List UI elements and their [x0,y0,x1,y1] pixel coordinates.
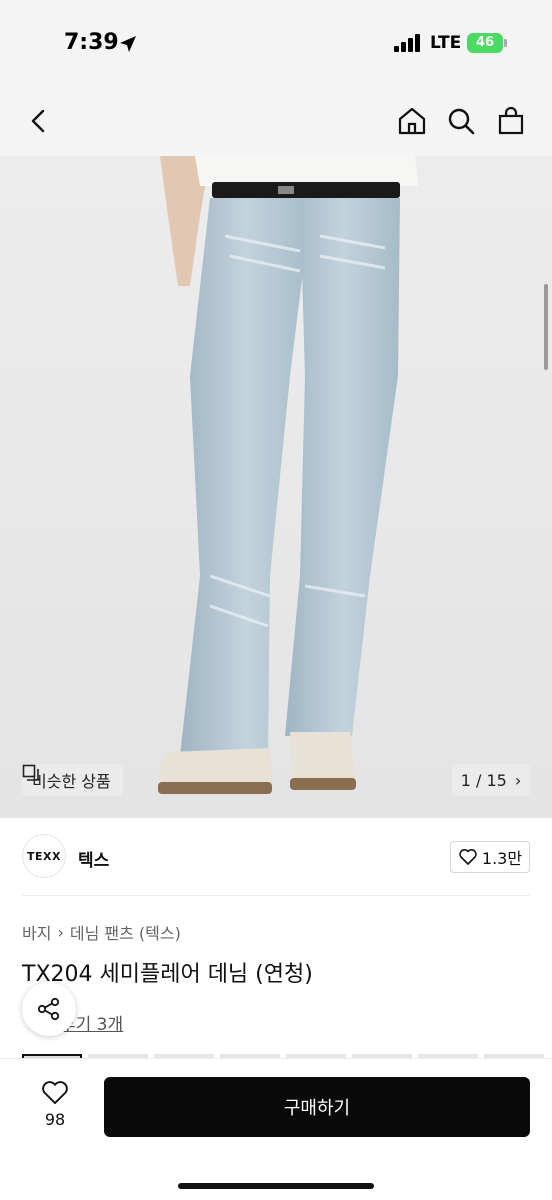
similar-products-button[interactable]: 비슷한 상품 [22,764,123,796]
brand-logo[interactable]: TEXX [22,834,66,878]
wishlist-button[interactable]: 98 [30,1079,80,1129]
search-button[interactable] [444,104,478,138]
copy-icon [22,764,39,781]
brand-name[interactable]: 텍스 [78,846,109,871]
wishlist-count: 98 [44,1110,66,1129]
buy-button[interactable]: 구매하기 [104,1077,530,1137]
product-image[interactable]: 비슷한 상품 1 / 15 › [0,156,552,818]
shopping-bag-icon [498,106,524,135]
heart-icon [459,849,477,865]
back-button[interactable] [22,104,56,138]
scroll-indicator[interactable] [544,284,548,370]
home-indicator [178,1183,374,1189]
home-button[interactable] [395,104,429,138]
breadcrumb: 바지 › 데님 팬츠 (텍스) [22,920,181,944]
brand-row: TEXX 텍스 1.3만 [22,834,530,880]
signal-icon [394,34,420,52]
share-button[interactable] [22,982,76,1036]
heart-icon [42,1081,68,1105]
jeans-illustration [158,156,418,794]
battery-icon: 46 [467,33,507,53]
status-bar: 7:39 LTE 46 [0,0,552,90]
battery-level: 46 [467,33,503,53]
cart-button[interactable] [494,104,528,138]
divider [22,895,530,896]
brand-like-count: 1.3만 [481,849,523,868]
breadcrumb-category[interactable]: 바지 [22,920,51,944]
bottom-purchase-bar: 98 구매하기 [0,1058,552,1200]
image-counter: 1 / 15 [460,770,507,790]
chevron-right-icon: › [57,922,64,942]
share-icon [37,997,60,1021]
similar-products-label: 비슷한 상품 [32,772,111,791]
image-counter-button[interactable]: 1 / 15 › [452,764,530,796]
network-label: LTE [430,33,462,53]
product-title: TX204 세미플레어 데님 (연청) [22,962,313,987]
home-icon [398,107,426,135]
search-icon [448,108,475,135]
brand-like-button[interactable]: 1.3만 [450,841,530,873]
nav-bar [0,90,552,156]
breadcrumb-subcategory[interactable]: 데님 팬츠 (텍스) [70,920,181,944]
location-arrow-icon [120,36,136,52]
chevron-left-icon [31,109,45,133]
status-time: 7:39 [64,30,119,55]
chevron-right-icon: › [514,770,522,790]
